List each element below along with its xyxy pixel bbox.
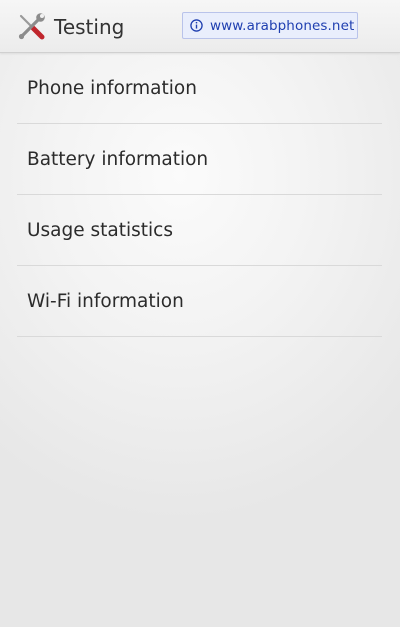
page-title: Testing xyxy=(54,15,125,39)
info-icon xyxy=(190,19,203,32)
tools-icon xyxy=(18,13,45,40)
settings-list: Phone information Battery information Us… xyxy=(17,53,382,337)
list-item-label: Phone information xyxy=(27,77,197,99)
list-item-phone-information[interactable]: Phone information xyxy=(17,53,382,124)
list-item-label: Battery information xyxy=(27,148,209,170)
watermark: www.arabphones.net xyxy=(182,12,358,39)
list-item-label: Wi-Fi information xyxy=(27,290,184,312)
list-item-battery-information[interactable]: Battery information xyxy=(17,124,382,195)
list-item-wifi-information[interactable]: Wi-Fi information xyxy=(17,266,382,337)
action-bar: Testing www.arabphones.net xyxy=(0,0,400,53)
list-item-usage-statistics[interactable]: Usage statistics xyxy=(17,195,382,266)
watermark-text: www.arabphones.net xyxy=(210,17,355,34)
list-item-label: Usage statistics xyxy=(27,219,173,241)
